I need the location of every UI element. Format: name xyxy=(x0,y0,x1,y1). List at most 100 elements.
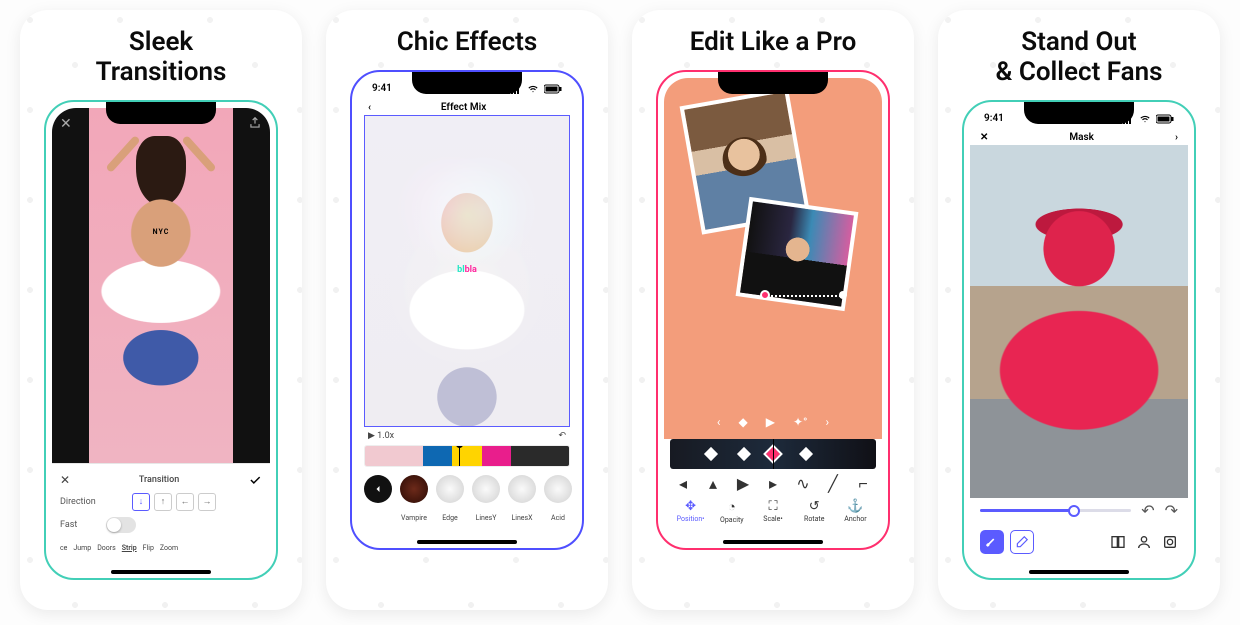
effect-canvas[interactable]: blbla xyxy=(364,115,570,427)
mask-box-icon[interactable] xyxy=(1162,534,1178,550)
person-icon[interactable] xyxy=(1136,534,1152,550)
direction-left-button[interactable]: ← xyxy=(176,493,194,511)
phone-mock: 9:41 ‹ Effect Mix xyxy=(350,70,584,550)
home-indicator xyxy=(111,570,211,574)
redo-icon[interactable]: ↷ xyxy=(1165,501,1178,520)
playbar: ▶ 1.0x ↶ xyxy=(358,427,576,443)
step-back-icon[interactable]: ◂ xyxy=(674,475,692,493)
card-title: Edit Like a Pro xyxy=(682,10,865,66)
keyframe[interactable] xyxy=(704,447,718,461)
timeline[interactable]: 5s xyxy=(364,445,570,467)
title-line: Edit Like a Pro xyxy=(690,27,857,57)
transition-thumb[interactable]: Zoom xyxy=(160,542,178,552)
prop-rotate[interactable]: ↺Rotate xyxy=(794,499,835,524)
preview-image: NYC xyxy=(89,108,233,463)
line-icon[interactable]: ╱ xyxy=(824,475,842,493)
effect-item[interactable]: Acid xyxy=(544,475,572,524)
effect-item-back[interactable] xyxy=(364,475,392,524)
transition-thumb[interactable]: Jump xyxy=(73,542,91,552)
diamond-icon[interactable]: ◆ xyxy=(738,415,747,429)
wave-icon[interactable]: ∿ xyxy=(794,475,812,493)
prop-scale[interactable]: ⛶Scale• xyxy=(752,499,793,524)
card-title: Sleek Transitions xyxy=(88,10,235,96)
transition-thumb[interactable]: Flip xyxy=(143,542,154,552)
undo-icon[interactable]: ↶ xyxy=(1141,501,1154,520)
status-time: 9:41 xyxy=(372,83,392,94)
keyframe[interactable] xyxy=(737,447,751,461)
battery-icon xyxy=(544,84,562,94)
phone-notch xyxy=(1024,102,1134,124)
phone-screen: ✕ NYC ✕ Transition xyxy=(52,108,270,572)
wifi-icon xyxy=(1138,114,1152,124)
hold-icon[interactable]: ⌐ xyxy=(854,475,872,493)
back-icon[interactable]: ‹ xyxy=(368,102,371,113)
direction-right-button[interactable]: → xyxy=(198,493,216,511)
brush-size-slider[interactable] xyxy=(980,509,1131,512)
chevron-right-icon[interactable]: › xyxy=(1175,132,1178,143)
effect-item[interactable]: LinesY xyxy=(472,475,500,524)
mask-header: ✕ Mask › xyxy=(970,130,1188,145)
phone-screen: 9:41 ‹ Effect Mix xyxy=(358,78,576,542)
chevron-right-icon[interactable]: › xyxy=(826,415,830,429)
prop-opacity[interactable]: ◔Opacity xyxy=(711,499,752,524)
transition-panel: ✕ Transition Direction ↓ ↑ ← → xyxy=(52,463,270,572)
playhead[interactable] xyxy=(773,439,774,469)
motion-path[interactable] xyxy=(764,294,844,296)
shirt-text: NYC xyxy=(153,228,170,236)
screenshot-gallery: Sleek Transitions ✕ NYC xyxy=(0,0,1240,620)
effect-item[interactable]: Vampire xyxy=(400,475,428,524)
promo-card-edit: Edit Like a Pro ‹ ◆ ▶ ✦° › xyxy=(632,10,914,610)
fast-toggle[interactable] xyxy=(106,517,136,533)
transition-thumb[interactable]: ce xyxy=(60,542,67,552)
close-icon[interactable]: ✕ xyxy=(60,473,70,487)
path-handle-end[interactable] xyxy=(839,291,847,299)
fast-label: Fast xyxy=(60,520,106,530)
direction-down-button[interactable]: ↓ xyxy=(132,493,150,511)
card-title: Stand Out & Collect Fans xyxy=(987,10,1170,96)
eraser-tool[interactable] xyxy=(1010,530,1034,554)
prop-anchor[interactable]: ⚓Anchor xyxy=(835,499,876,524)
check-icon[interactable] xyxy=(248,473,262,487)
phone-notch xyxy=(718,72,828,94)
effects-row[interactable]: Vampire Edge LinesY LinesX Acid xyxy=(358,469,576,542)
prop-position[interactable]: ✥Position• xyxy=(670,499,711,524)
path-handle-start[interactable] xyxy=(760,290,770,300)
effect-item[interactable]: LinesX xyxy=(508,475,536,524)
keyframe[interactable] xyxy=(799,447,813,461)
play-icon[interactable]: ▶ xyxy=(766,415,775,429)
compare-icon[interactable] xyxy=(1110,534,1126,550)
header-title: Mask xyxy=(1069,132,1094,143)
undo-icon[interactable]: ↶ xyxy=(558,431,566,441)
direction-label: Direction xyxy=(60,497,106,507)
anchor-icon: ⚓ xyxy=(835,499,876,514)
collage-canvas[interactable]: ‹ ◆ ▶ ✦° › xyxy=(664,78,882,439)
close-icon[interactable]: ✕ xyxy=(60,116,72,132)
transition-thumb-selected[interactable]: Strip xyxy=(122,542,137,552)
transition-thumbnail-row[interactable]: ce Jump Doors Strip Flip Zoom xyxy=(60,542,262,552)
title-line: Sleek xyxy=(129,27,193,57)
next-frame-icon[interactable]: ▸ xyxy=(764,475,782,493)
scale-icon: ⛶ xyxy=(752,499,793,514)
direction-up-button[interactable]: ↑ xyxy=(154,493,172,511)
home-indicator xyxy=(417,540,517,544)
sparkle-icon[interactable]: ✦° xyxy=(793,415,808,429)
mask-overlay xyxy=(983,194,1175,498)
effect-item[interactable]: Edge xyxy=(436,475,464,524)
status-time: 9:41 xyxy=(984,113,1004,124)
close-icon[interactable]: ✕ xyxy=(980,132,988,143)
title-line: & Collect Fans xyxy=(995,57,1162,87)
keyframe-timeline[interactable] xyxy=(670,439,876,469)
editor-canvas[interactable]: ✕ NYC xyxy=(52,108,270,463)
export-icon[interactable] xyxy=(248,116,262,130)
slider-knob[interactable] xyxy=(1068,505,1080,517)
play-icon[interactable]: ▶ xyxy=(734,475,752,493)
brush-tool[interactable] xyxy=(980,530,1004,554)
playhead[interactable] xyxy=(459,445,460,467)
property-tabs: ✥Position• ◔Opacity ⛶Scale• ↺Rotate ⚓Anc… xyxy=(664,495,882,542)
transition-thumb[interactable]: Doors xyxy=(97,542,116,552)
prev-frame-icon[interactable]: ▴ xyxy=(704,475,722,493)
playback-speed[interactable]: ▶ 1.0x xyxy=(368,431,394,441)
mask-canvas[interactable] xyxy=(970,145,1188,498)
title-line: Chic Effects xyxy=(397,27,538,57)
chevron-left-icon[interactable]: ‹ xyxy=(717,415,721,429)
